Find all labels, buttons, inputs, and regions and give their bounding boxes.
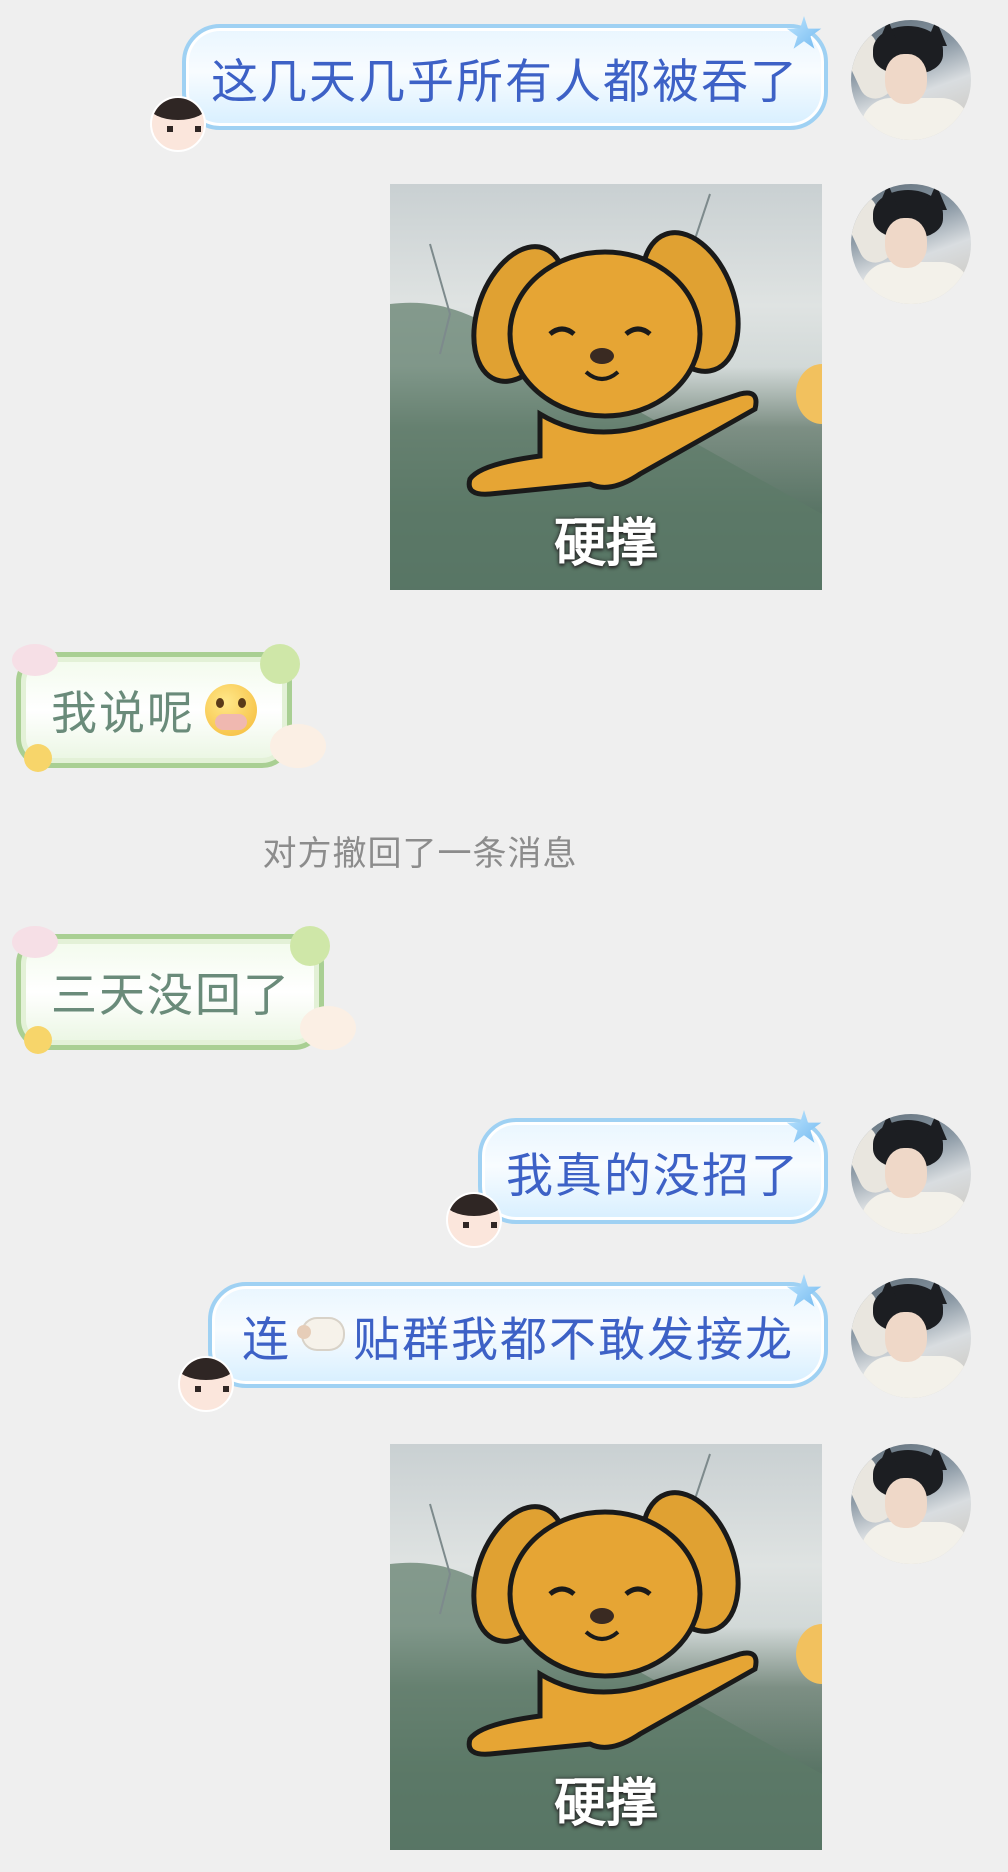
received-message-bubble[interactable]: 三天没回了 xyxy=(16,934,324,1050)
flower-decoration-icon xyxy=(12,644,58,676)
avatar[interactable] xyxy=(851,20,971,140)
chibi-sticker-icon xyxy=(178,1356,234,1412)
message-text: 三天没回了 xyxy=(51,968,291,1022)
sheep-emoji-icon xyxy=(297,1315,347,1355)
bow-decoration-icon xyxy=(290,926,330,966)
sent-message-bubble[interactable]: 我真的没招了 xyxy=(478,1110,828,1224)
avatar[interactable] xyxy=(851,1444,971,1564)
message-text: 我说呢 xyxy=(51,686,195,740)
message-text: 我真的没招了 xyxy=(506,1148,800,1204)
message-text-suffix: 贴群我都不敢发接龙 xyxy=(353,1312,794,1368)
flower-decoration-icon xyxy=(12,926,58,958)
sticker-image[interactable]: 硬撑 xyxy=(390,1444,822,1850)
sheep-decoration-icon xyxy=(270,724,326,768)
sticker-caption: 硬撑 xyxy=(553,1774,658,1834)
avatar[interactable] xyxy=(851,184,971,304)
pleading-face-emoji-icon xyxy=(205,684,257,736)
chibi-sticker-icon xyxy=(150,96,206,152)
recall-notice: 对方撤回了一条消息 xyxy=(262,834,578,874)
message-text-prefix: 连 xyxy=(242,1312,291,1368)
chibi-sticker-icon xyxy=(446,1192,502,1248)
avatar[interactable] xyxy=(851,1114,971,1234)
sent-message-bubble[interactable]: 这几天几乎所有人都被吞了 xyxy=(182,16,828,130)
bow-decoration-icon xyxy=(260,644,300,684)
sent-message-bubble[interactable]: 连 贴群我都不敢发接龙 xyxy=(208,1274,828,1388)
sticker-image[interactable]: 硬撑 xyxy=(390,184,822,590)
received-message-bubble[interactable]: 我说呢 xyxy=(16,652,292,768)
flower-decoration-icon xyxy=(24,1026,52,1054)
avatar[interactable] xyxy=(851,1278,971,1398)
sticker-caption: 硬撑 xyxy=(553,514,658,574)
flower-decoration-icon xyxy=(24,744,52,772)
message-text: 这几天几乎所有人都被吞了 xyxy=(211,54,799,110)
sheep-decoration-icon xyxy=(300,1006,356,1050)
